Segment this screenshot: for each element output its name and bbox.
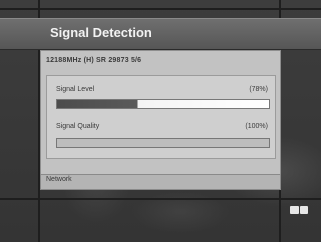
signal-level-value: (78%) [249,86,268,93]
signal-quality-label: Signal Quality [56,123,100,130]
network-label: Network [46,176,72,183]
network-row[interactable] [40,174,281,190]
remote-key-icon [290,206,308,214]
page-title: Signal Detection [50,25,152,40]
signal-quality-bar [56,138,270,148]
signal-quality-value: (100%) [245,123,268,130]
frame-line-bottom [0,198,321,200]
transponder-info: 12188MHz (H) SR 29873 5/6 [46,57,142,64]
tv-screen: Signal Detection 12188MHz (H) SR 29873 5… [0,0,321,242]
signal-level-label: Signal Level [56,86,95,93]
frame-line-top [0,8,321,10]
signal-level-bar [56,99,270,109]
title-bar [0,18,321,50]
